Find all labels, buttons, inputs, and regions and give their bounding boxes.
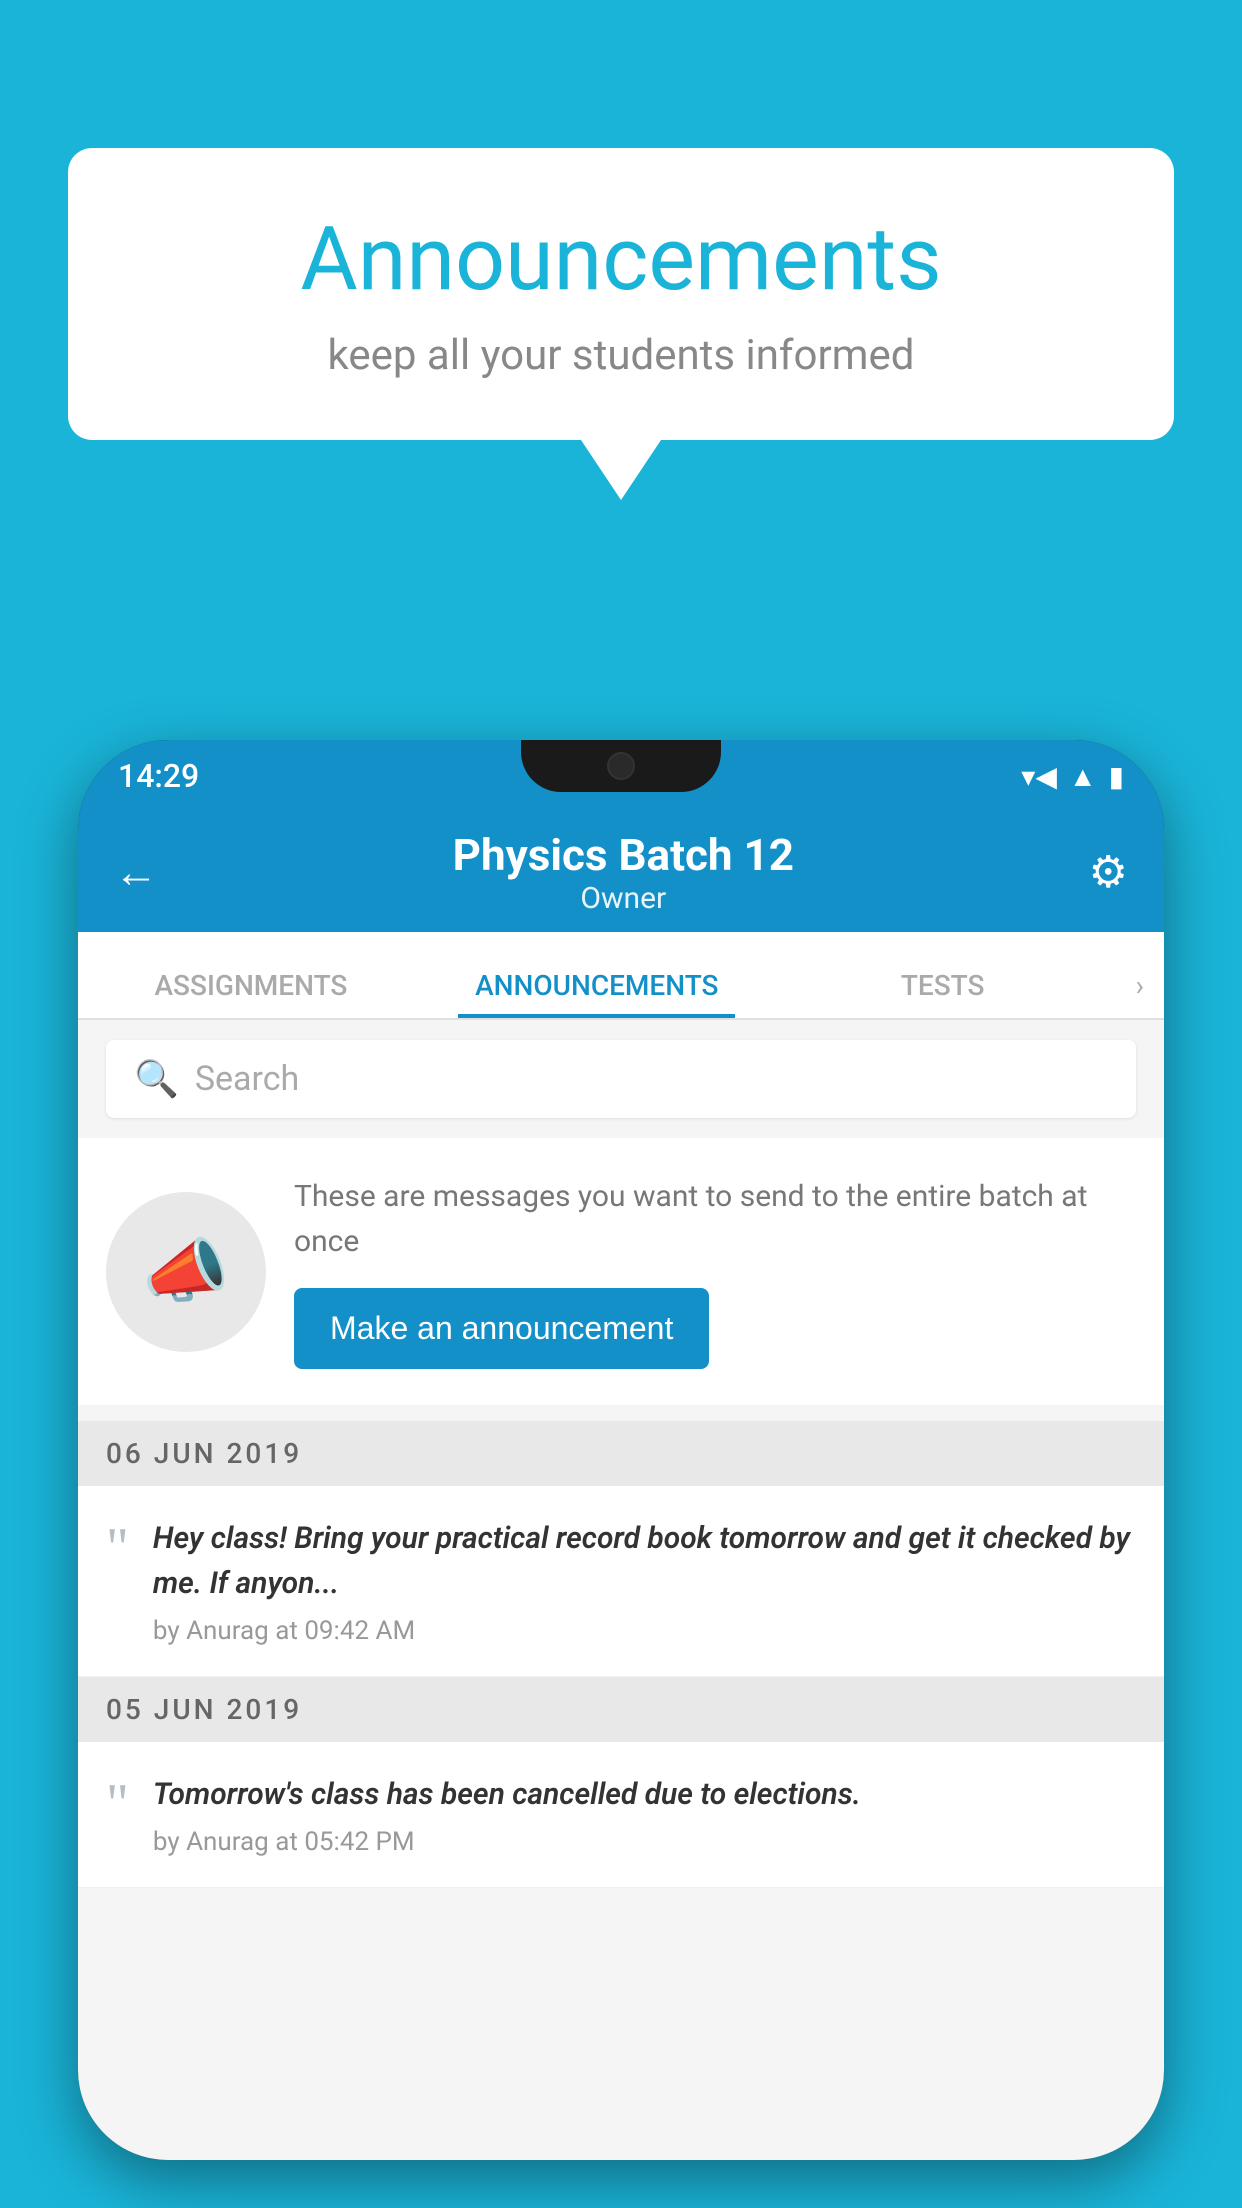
date-separator-2: 05 JUN 2019: [78, 1677, 1164, 1742]
cta-card: 📣 These are messages you want to send to…: [78, 1138, 1164, 1405]
announcement-meta-2: by Anurag at 05:42 PM: [153, 1827, 1136, 1857]
header-subtitle: Owner: [453, 881, 794, 916]
announcement-content-2: Tomorrow's class has been cancelled due …: [153, 1772, 1136, 1857]
app-header: ← Physics Batch 12 Owner ⚙: [78, 812, 1164, 932]
date-separator-1: 06 JUN 2019: [78, 1421, 1164, 1486]
megaphone-icon: 📣: [142, 1231, 229, 1313]
announcement-meta-1: by Anurag at 09:42 AM: [153, 1616, 1136, 1646]
wifi-icon: ▾◀: [1021, 760, 1057, 793]
search-icon: 🔍: [134, 1058, 179, 1100]
speech-bubble-subtitle: keep all your students informed: [148, 331, 1094, 380]
phone-frame: 14:29 ▾◀ ▲ ▮ ← Physics Batch 12 Owner ⚙ …: [78, 740, 1164, 2160]
cta-icon-circle: 📣: [106, 1192, 266, 1352]
tabs-container: ASSIGNMENTS ANNOUNCEMENTS TESTS ›: [78, 932, 1164, 1020]
announcement-item-2: " Tomorrow's class has been cancelled du…: [78, 1742, 1164, 1888]
search-bar[interactable]: 🔍 Search: [106, 1040, 1136, 1118]
phone-camera: [607, 752, 635, 780]
quote-icon-1: ": [106, 1520, 129, 1576]
tab-more[interactable]: ›: [1116, 969, 1164, 1018]
status-time: 14:29: [118, 757, 199, 795]
announcement-text-2: Tomorrow's class has been cancelled due …: [153, 1772, 1136, 1817]
make-announcement-button[interactable]: Make an announcement: [294, 1288, 709, 1369]
cta-description: These are messages you want to send to t…: [294, 1174, 1136, 1264]
header-center: Physics Batch 12 Owner: [453, 829, 794, 916]
tab-tests[interactable]: TESTS: [770, 969, 1116, 1018]
speech-bubble-title: Announcements: [148, 208, 1094, 311]
speech-bubble-container: Announcements keep all your students inf…: [68, 148, 1174, 500]
battery-icon: ▮: [1109, 760, 1124, 793]
cta-right: These are messages you want to send to t…: [294, 1174, 1136, 1369]
gear-button[interactable]: ⚙: [1089, 846, 1128, 898]
phone-container: 14:29 ▾◀ ▲ ▮ ← Physics Batch 12 Owner ⚙ …: [78, 740, 1164, 2160]
speech-bubble-arrow: [581, 440, 661, 500]
announcement-text-1: Hey class! Bring your practical record b…: [153, 1516, 1136, 1606]
tab-announcements[interactable]: ANNOUNCEMENTS: [424, 969, 770, 1018]
signal-icon: ▲: [1069, 760, 1097, 793]
phone-notch: [521, 740, 721, 792]
header-title: Physics Batch 12: [453, 829, 794, 881]
back-button[interactable]: ←: [114, 846, 158, 898]
quote-icon-2: ": [106, 1776, 129, 1832]
tab-assignments[interactable]: ASSIGNMENTS: [78, 969, 424, 1018]
announcement-item-1: " Hey class! Bring your practical record…: [78, 1486, 1164, 1677]
screen-content: 🔍 Search 📣 These are messages you want t…: [78, 1020, 1164, 2160]
speech-bubble: Announcements keep all your students inf…: [68, 148, 1174, 440]
announcement-content-1: Hey class! Bring your practical record b…: [153, 1516, 1136, 1646]
search-placeholder: Search: [195, 1059, 299, 1099]
status-icons: ▾◀ ▲ ▮: [1021, 760, 1124, 793]
